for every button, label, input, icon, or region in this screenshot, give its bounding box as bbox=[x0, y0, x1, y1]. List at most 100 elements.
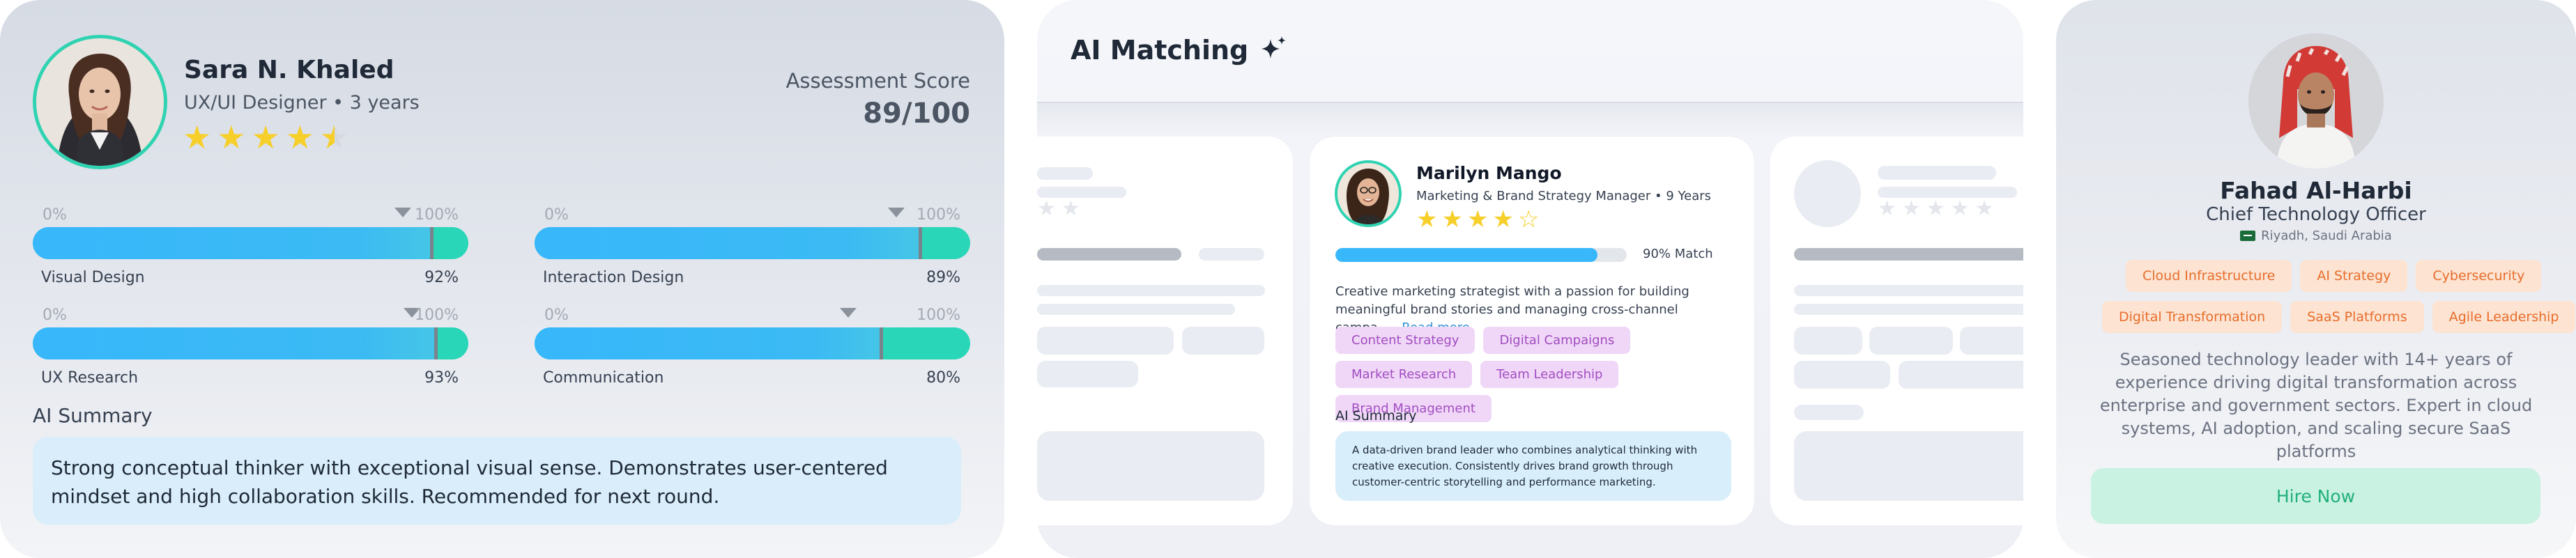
skill-interaction-design: 0% 100% Interaction Design 89% bbox=[535, 206, 970, 290]
candidate-role: UX/UI Designer • 3 years bbox=[184, 92, 420, 114]
skill-percent: 80% bbox=[926, 369, 960, 387]
skill-label: Visual Design bbox=[41, 269, 145, 286]
skill-divider bbox=[434, 327, 438, 359]
star-icon: ★ bbox=[1492, 206, 1514, 233]
candidate-portrait-image bbox=[1337, 163, 1399, 224]
star-outline-icon: ☆ bbox=[1517, 206, 1540, 233]
role-separator: • bbox=[1655, 189, 1666, 203]
skill-tag[interactable]: Content Strategy bbox=[1335, 327, 1475, 354]
skill-ux-research: 0% 100% UX Research 93% bbox=[33, 307, 468, 390]
placeholder-chip bbox=[1899, 361, 2023, 389]
header-shadow bbox=[1037, 103, 2023, 138]
scale-start-label: 0% bbox=[43, 307, 67, 324]
placeholder-stars: ★★ bbox=[1037, 196, 1086, 221]
ai-summary-title: AI Summary bbox=[1335, 408, 1417, 424]
skill-label: Interaction Design bbox=[543, 269, 684, 286]
skill-progress-bar bbox=[535, 327, 970, 359]
skill-label: UX Research bbox=[41, 369, 139, 387]
ai-matching-panel: AI Matching ★★ Marilyn Mango Marketing &… bbox=[1037, 0, 2023, 558]
profile-avatar[interactable] bbox=[2248, 33, 2384, 169]
saudi-flag-icon bbox=[2240, 231, 2256, 241]
candidate-card-placeholder-right[interactable]: ★★★★★ bbox=[1770, 137, 2023, 525]
skill-progress-bar bbox=[535, 227, 970, 259]
ai-summary-text: A data-driven brand leader who combines … bbox=[1335, 431, 1731, 501]
profile-card: Fahad Al-Harbi Chief Technology Officer … bbox=[2056, 0, 2576, 558]
placeholder-line bbox=[1794, 304, 2023, 315]
skill-tag[interactable]: Cybersecurity bbox=[2416, 260, 2542, 292]
candidate-portrait-image bbox=[36, 38, 164, 166]
profile-location: Riyadh, Saudi Arabia bbox=[2056, 228, 2576, 243]
hire-now-button[interactable]: Hire Now bbox=[2091, 468, 2540, 524]
placeholder-chip bbox=[1794, 361, 1890, 389]
scale-end-label: 100% bbox=[917, 206, 960, 224]
skill-tag[interactable]: SaaS Platforms bbox=[2290, 301, 2424, 333]
candidate-match-card[interactable]: Marilyn Mango Marketing & Brand Strategy… bbox=[1310, 137, 1754, 525]
candidate-rating: ★ ★ ★ ★ ☆ bbox=[1416, 206, 1539, 233]
placeholder-chip bbox=[1182, 327, 1264, 355]
assessment-card: Sara N. Khaled UX/UI Designer • 3 years … bbox=[0, 0, 1004, 558]
candidate-role-title: Marketing & Brand Strategy Manager bbox=[1416, 189, 1651, 203]
skill-divider bbox=[880, 327, 883, 359]
star-icon: ★ bbox=[217, 118, 246, 156]
candidate-rating: ★ ★ ★ ★ ★ ★ bbox=[183, 118, 348, 156]
profile-skill-tags: Cloud Infrastructure AI Strategy Cyberse… bbox=[2126, 260, 2542, 292]
skill-progress-fill bbox=[535, 327, 883, 359]
skill-progress-fill bbox=[33, 327, 438, 359]
skill-progress-fill bbox=[33, 227, 434, 259]
scale-end-label: 100% bbox=[917, 307, 960, 324]
placeholder-chip bbox=[1037, 327, 1174, 355]
skill-tag[interactable]: AI Strategy bbox=[2300, 260, 2408, 292]
skill-tag[interactable]: Market Research bbox=[1335, 361, 1473, 388]
skill-progress-fill bbox=[535, 227, 922, 259]
candidate-name: Sara N. Khaled bbox=[184, 56, 394, 84]
match-progress-bar bbox=[1335, 248, 1627, 262]
skill-percent: 93% bbox=[424, 369, 459, 387]
score-label: Assessment Score bbox=[785, 69, 970, 93]
candidate-avatar[interactable] bbox=[33, 35, 167, 169]
skill-tag[interactable]: Digital Transformation bbox=[2102, 301, 2283, 333]
placeholder-line bbox=[1037, 167, 1093, 180]
skill-label: Communication bbox=[543, 369, 664, 387]
skill-tag[interactable]: Digital Campaigns bbox=[1483, 327, 1631, 354]
star-icon: ★ bbox=[183, 118, 212, 156]
ai-matching-header: AI Matching bbox=[1071, 35, 1289, 65]
score-value: 89/100 bbox=[863, 98, 970, 130]
skill-tag[interactable]: Cloud Infrastructure bbox=[2126, 260, 2292, 292]
placeholder-bar bbox=[1037, 248, 1181, 261]
candidate-role: Marketing & Brand Strategy Manager • 9 Y… bbox=[1416, 189, 1711, 203]
skill-visual-design: 0% 100% Visual Design 92% bbox=[33, 206, 468, 290]
candidate-avatar[interactable] bbox=[1335, 160, 1402, 227]
profile-skill-tags: Digital Transformation SaaS Platforms Ag… bbox=[2102, 301, 2576, 333]
scale-start-label: 0% bbox=[544, 307, 569, 324]
placeholder-chip bbox=[1794, 327, 1862, 355]
placeholder-bar bbox=[1794, 248, 2023, 261]
skill-progress-bar bbox=[33, 327, 468, 359]
placeholder-line bbox=[1037, 304, 1235, 315]
benchmark-marker-icon bbox=[888, 208, 905, 217]
skill-divider bbox=[430, 227, 434, 259]
skill-tag[interactable]: Team Leadership bbox=[1480, 361, 1619, 388]
scale-end-label: 100% bbox=[415, 307, 459, 324]
ai-summary-title: AI Summary bbox=[33, 404, 153, 427]
candidate-experience: 9 Years bbox=[1666, 189, 1712, 203]
scale-start-label: 0% bbox=[43, 206, 67, 224]
placeholder-summary bbox=[1037, 431, 1264, 501]
profile-name: Fahad Al-Harbi bbox=[2220, 177, 2412, 204]
placeholder-line bbox=[1794, 405, 1864, 420]
placeholder-line bbox=[1878, 166, 1996, 180]
candidate-card-placeholder-left[interactable]: ★★ bbox=[1037, 137, 1293, 525]
placeholder-summary bbox=[1794, 431, 2023, 501]
placeholder-chip bbox=[1869, 327, 1953, 355]
skill-communication: 0% 100% Communication 80% bbox=[535, 307, 970, 390]
match-progress-fill bbox=[1335, 248, 1598, 262]
profile-title: Chief Technology Officer bbox=[2206, 204, 2426, 225]
star-icon: ★ bbox=[285, 118, 314, 156]
star-icon: ★ bbox=[1441, 206, 1463, 233]
placeholder-line bbox=[1037, 285, 1265, 296]
candidate-name: Marilyn Mango bbox=[1416, 163, 1562, 183]
scale-end-label: 100% bbox=[415, 206, 459, 224]
placeholder-stars: ★★★★★ bbox=[1878, 196, 2000, 221]
skill-tag[interactable]: Agile Leadership bbox=[2432, 301, 2576, 333]
skill-percent: 89% bbox=[926, 269, 960, 286]
skill-progress-bar bbox=[33, 227, 468, 259]
